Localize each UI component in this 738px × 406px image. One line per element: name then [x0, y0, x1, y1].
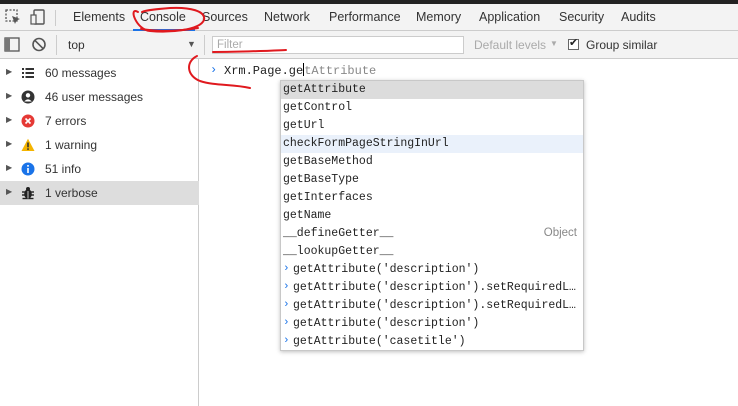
console-sidebar: ▶ 60 messages ▶ 46 user messages ▶ 7 err… — [0, 59, 199, 406]
tab-console[interactable]: Console — [140, 10, 186, 24]
bug-icon — [21, 186, 35, 200]
sidebar-item-label: 51 info — [45, 162, 82, 176]
suggestion-item[interactable]: getUrl — [281, 117, 583, 135]
expand-triangle-icon: ▶ — [6, 187, 13, 196]
suggestion-label: __defineGetter__ — [283, 227, 394, 240]
suggestion-item[interactable]: checkFormPageStringInUrl — [281, 135, 583, 153]
history-prompt-icon: › — [283, 317, 290, 329]
list-icon — [21, 66, 35, 80]
info-icon — [21, 162, 35, 176]
suggestion-item[interactable]: getBaseType — [281, 171, 583, 189]
suggestion-label: getAttribute('description').setRequiredL… — [293, 299, 581, 312]
history-prompt-icon: › — [283, 281, 290, 293]
history-suggestion-item[interactable]: › getAttribute('casetitle') — [281, 333, 583, 351]
history-suggestion-item[interactable]: › getAttribute('description').setRequire… — [281, 279, 583, 297]
suggestion-item[interactable]: getName — [281, 207, 583, 225]
sidebar-item-label: 60 messages — [45, 66, 117, 80]
error-icon — [21, 114, 35, 128]
suggestion-label: getControl — [283, 101, 353, 114]
sidebar-item-messages[interactable]: ▶ 60 messages — [0, 61, 199, 85]
suggestion-label: getUrl — [283, 119, 325, 132]
tab-security[interactable]: Security — [559, 10, 604, 24]
suggestion-label: getBaseMethod — [283, 155, 373, 168]
context-selector[interactable]: top ▼ — [58, 36, 198, 54]
dropdown-arrow-icon: ▼ — [187, 39, 196, 49]
suggestion-item[interactable]: getAttribute — [281, 81, 583, 99]
toggle-sidebar-icon[interactable] — [2, 35, 22, 55]
toolbar-separator — [56, 35, 57, 55]
expand-triangle-icon: ▶ — [6, 115, 13, 124]
suggestion-item[interactable]: getControl — [281, 99, 583, 117]
console-typed-text: Xrm.Page.ge — [224, 64, 304, 78]
history-suggestion-item[interactable]: › getAttribute('description') — [281, 315, 583, 333]
tab-elements[interactable]: Elements — [73, 10, 125, 24]
clear-console-icon[interactable] — [29, 35, 49, 55]
group-similar-label: Group similar — [586, 38, 658, 52]
history-prompt-icon: › — [283, 263, 290, 275]
tab-application[interactable]: Application — [479, 10, 540, 24]
filter-input[interactable] — [212, 36, 464, 54]
expand-triangle-icon: ▶ — [6, 163, 13, 172]
suggestion-label: getAttribute('description') — [293, 263, 480, 276]
sidebar-item-label: 7 errors — [45, 114, 87, 128]
user-icon — [21, 90, 35, 104]
suggestion-label: getName — [283, 209, 332, 222]
toolbar-separator — [204, 35, 205, 55]
suggestion-label: getInterfaces — [283, 191, 373, 204]
suggestion-item[interactable]: getInterfaces — [281, 189, 583, 207]
console-input[interactable]: Xrm.Page.getAttribute — [224, 63, 376, 78]
tab-memory[interactable]: Memory — [416, 10, 461, 24]
suggestion-item[interactable]: __defineGetter__ Object — [281, 225, 583, 243]
log-levels-dropdown[interactable]: Default levels — [474, 38, 546, 52]
console-prompt-icon: › — [210, 63, 218, 77]
tab-audits[interactable]: Audits — [621, 10, 656, 24]
suggestion-type: Object — [543, 227, 577, 239]
expand-triangle-icon: ▶ — [6, 139, 13, 148]
warning-icon — [21, 138, 35, 152]
suggestion-item[interactable]: getBaseMethod — [281, 153, 583, 171]
sidebar-item-label: 1 verbose — [45, 186, 98, 200]
expand-triangle-icon: ▶ — [6, 67, 13, 76]
sidebar-item-info[interactable]: ▶ 51 info — [0, 157, 199, 181]
autocomplete-dropdown: getAttribute getControl getUrl checkForm… — [280, 80, 584, 351]
sidebar-item-warnings[interactable]: ▶ 1 warning — [0, 133, 199, 157]
inspect-element-icon[interactable] — [3, 7, 23, 27]
history-prompt-icon: › — [283, 335, 290, 347]
history-suggestion-item[interactable]: › getAttribute('description').setRequire… — [281, 297, 583, 315]
tab-separator — [55, 10, 56, 26]
suggestion-label: getAttribute('description').setRequiredL… — [293, 281, 581, 294]
sidebar-item-label: 1 warning — [45, 138, 98, 152]
console-toolbar: top ▼ Default levels ▼ ✔ Group similar — [0, 31, 738, 59]
suggestion-label: getAttribute — [283, 83, 366, 96]
suggestion-item[interactable]: __lookupGetter__ — [281, 243, 583, 261]
checkmark-icon: ✔ — [569, 37, 579, 49]
tab-sources[interactable]: Sources — [202, 10, 248, 24]
expand-triangle-icon: ▶ — [6, 91, 13, 100]
suggestion-label: getAttribute('description') — [293, 317, 480, 330]
suggestion-label: checkFormPageStringInUrl — [283, 137, 449, 150]
sidebar-item-errors[interactable]: ▶ 7 errors — [0, 109, 199, 133]
console-autocomplete-hint: tAttribute — [304, 64, 377, 78]
suggestion-label: getAttribute('casetitle') — [293, 335, 466, 348]
sidebar-item-label: 46 user messages — [45, 90, 144, 104]
devtools-tab-bar: Elements Console Sources Network Perform… — [0, 4, 738, 31]
context-label: top — [68, 38, 85, 52]
group-similar-checkbox[interactable]: ✔ — [568, 37, 579, 50]
history-prompt-icon: › — [283, 299, 290, 311]
suggestion-label: __lookupGetter__ — [283, 245, 394, 258]
tab-network[interactable]: Network — [264, 10, 310, 24]
suggestion-label: getBaseType — [283, 173, 359, 186]
sidebar-item-user-messages[interactable]: ▶ 46 user messages — [0, 85, 199, 109]
tab-performance[interactable]: Performance — [329, 10, 401, 24]
history-suggestion-item[interactable]: › getAttribute('description') — [281, 261, 583, 279]
device-toolbar-icon[interactable] — [29, 7, 49, 27]
sidebar-item-verbose[interactable]: ▶ 1 verbose — [0, 181, 199, 205]
dropdown-arrow-icon: ▼ — [550, 39, 558, 48]
